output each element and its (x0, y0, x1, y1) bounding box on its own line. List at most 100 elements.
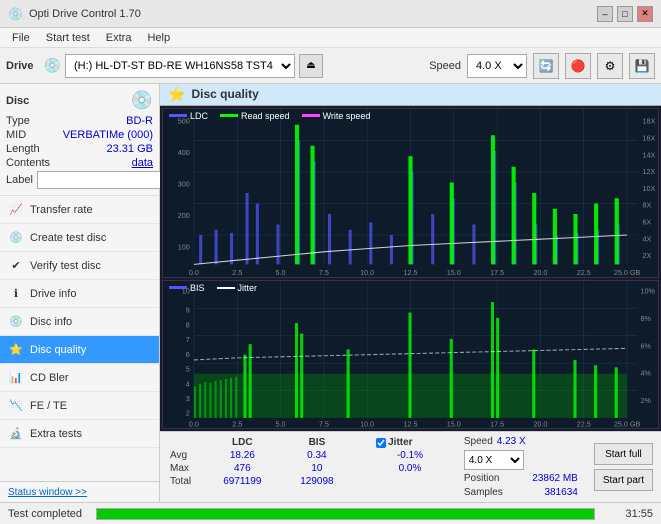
top-chart: LDC Read speed Write speed (162, 108, 659, 278)
content-header: ⭐ Disc quality (160, 84, 661, 106)
settings-button[interactable]: ⚙ (597, 53, 623, 79)
sidebar-item-disc-quality[interactable]: ⭐ Disc quality (0, 336, 159, 364)
samples-row: Samples 381634 (464, 487, 578, 498)
eject-button[interactable]: ⏏ (299, 54, 323, 78)
speed-current-value: 4.23 X (497, 436, 526, 447)
sidebar-item-disc-info[interactable]: 💿 Disc info (0, 308, 159, 336)
speed-dropdown[interactable]: 4.0 X (464, 450, 524, 470)
svg-text:15.0: 15.0 (447, 419, 461, 428)
status-window-button[interactable]: Status window >> (8, 487, 87, 498)
jitter-label[interactable]: Jitter (376, 437, 444, 448)
legend-jitter: Jitter (217, 283, 258, 293)
progress-bar-fill (97, 509, 594, 519)
svg-text:17.5: 17.5 (490, 267, 504, 276)
stats-bar: LDC BIS Jitter (160, 431, 661, 502)
col-header-empty (168, 436, 203, 449)
samples-label: Samples (464, 487, 503, 498)
transfer-rate-icon: 📈 (8, 202, 24, 218)
svg-text:9: 9 (186, 305, 190, 314)
position-row: Position 23862 MB (464, 473, 578, 484)
stats-row-total: Total 6971199 129098 (168, 475, 448, 488)
drive-label: Drive (6, 60, 34, 72)
stats-max-label: Max (168, 462, 203, 475)
start-part-button[interactable]: Start part (594, 469, 653, 491)
disc-type-row: Type BD-R (6, 115, 153, 127)
svg-text:4X: 4X (643, 234, 652, 243)
svg-text:8%: 8% (640, 314, 651, 323)
legend-ldc-label: LDC (190, 111, 208, 121)
status-window-container: Status window >> (0, 481, 159, 502)
disc-label-label: Label (6, 174, 33, 186)
fe-te-icon: 📉 (8, 398, 24, 414)
disc-label-row: Label 🔍 (6, 171, 153, 189)
stats-max-bis: 10 (282, 462, 352, 475)
sidebar-item-create-test-disc-label: Create test disc (30, 232, 106, 244)
sidebar-item-cd-bler[interactable]: 📊 CD Bler (0, 364, 159, 392)
sidebar-item-verify-test-disc[interactable]: ✔ Verify test disc (0, 252, 159, 280)
burn-button[interactable]: 🔴 (565, 53, 591, 79)
disc-length-row: Length 23.31 GB (6, 143, 153, 155)
svg-text:100: 100 (178, 242, 190, 251)
legend-write-speed-label: Write speed (323, 111, 371, 121)
menu-start-test[interactable]: Start test (38, 30, 98, 46)
svg-text:5.0: 5.0 (276, 419, 286, 428)
maximize-button[interactable]: □ (617, 6, 633, 22)
stats-avg-spacer (352, 449, 372, 462)
stats-max-jitter: 0.0% (372, 462, 448, 475)
verify-test-disc-icon: ✔ (8, 258, 24, 274)
svg-text:400: 400 (178, 148, 190, 157)
sidebar-item-fe-te[interactable]: 📉 FE / TE (0, 392, 159, 420)
stats-avg-label: Avg (168, 449, 203, 462)
sidebar-item-create-test-disc[interactable]: 💿 Create test disc (0, 224, 159, 252)
disc-quality-icon: ⭐ (8, 342, 24, 358)
menu-file[interactable]: File (4, 30, 38, 46)
speed-row: Speed 4.23 X (464, 436, 578, 447)
app-title: Opti Drive Control 1.70 (29, 8, 141, 20)
stats-avg-ldc: 18.26 (203, 449, 282, 462)
refresh-button[interactable]: 🔄 (533, 53, 559, 79)
svg-text:10X: 10X (643, 183, 656, 192)
sidebar-item-transfer-rate[interactable]: 📈 Transfer rate (0, 196, 159, 224)
minimize-button[interactable]: – (597, 6, 613, 22)
close-button[interactable]: ✕ (637, 6, 653, 22)
title-bar: 💿 Opti Drive Control 1.70 – □ ✕ (0, 0, 661, 28)
col-header-jitter: Jitter (372, 436, 448, 449)
jitter-checkbox[interactable] (376, 438, 386, 448)
create-test-disc-icon: 💿 (8, 230, 24, 246)
svg-text:0.0: 0.0 (189, 267, 199, 276)
menu-extra[interactable]: Extra (98, 30, 140, 46)
svg-text:8X: 8X (643, 200, 652, 209)
svg-text:200: 200 (178, 211, 190, 220)
stats-total-bis: 129098 (282, 475, 352, 488)
disc-length-label: Length (6, 143, 40, 155)
sidebar-item-extra-tests[interactable]: 🔬 Extra tests (0, 420, 159, 448)
legend-write-speed-color (302, 114, 320, 117)
disc-contents-value[interactable]: data (132, 157, 153, 169)
svg-text:2%: 2% (640, 396, 651, 405)
disc-label-input[interactable] (37, 171, 175, 189)
start-full-button[interactable]: Start full (594, 443, 653, 465)
svg-text:7: 7 (186, 335, 190, 344)
status-bar: Test completed 31:55 (0, 502, 661, 524)
legend-jitter-color (217, 287, 235, 289)
svg-text:7.5: 7.5 (319, 419, 329, 428)
disc-type-value: BD-R (126, 115, 153, 127)
svg-text:16X: 16X (643, 133, 656, 142)
speed-select[interactable]: 4.0 X (467, 54, 527, 78)
svg-text:2X: 2X (643, 251, 652, 260)
sidebar-item-drive-info[interactable]: ℹ Drive info (0, 280, 159, 308)
drive-select[interactable]: (H:) HL-DT-ST BD-RE WH16NS58 TST4 (65, 54, 295, 78)
svg-text:18X: 18X (643, 116, 656, 125)
svg-text:25.0 GB: 25.0 GB (614, 419, 641, 428)
stats-row-max: Max 476 10 0.0% (168, 462, 448, 475)
position-value: 23862 MB (532, 473, 578, 484)
menu-help[interactable]: Help (139, 30, 178, 46)
toolbar: Drive 💿 (H:) HL-DT-ST BD-RE WH16NS58 TST… (0, 48, 661, 84)
svg-text:25.0 GB: 25.0 GB (614, 267, 641, 276)
svg-text:4%: 4% (640, 368, 651, 377)
svg-text:2: 2 (186, 408, 190, 417)
svg-text:5: 5 (186, 364, 190, 373)
save-button[interactable]: 💾 (629, 53, 655, 79)
stats-table-area: LDC BIS Jitter (168, 436, 448, 498)
svg-text:6: 6 (186, 349, 190, 358)
